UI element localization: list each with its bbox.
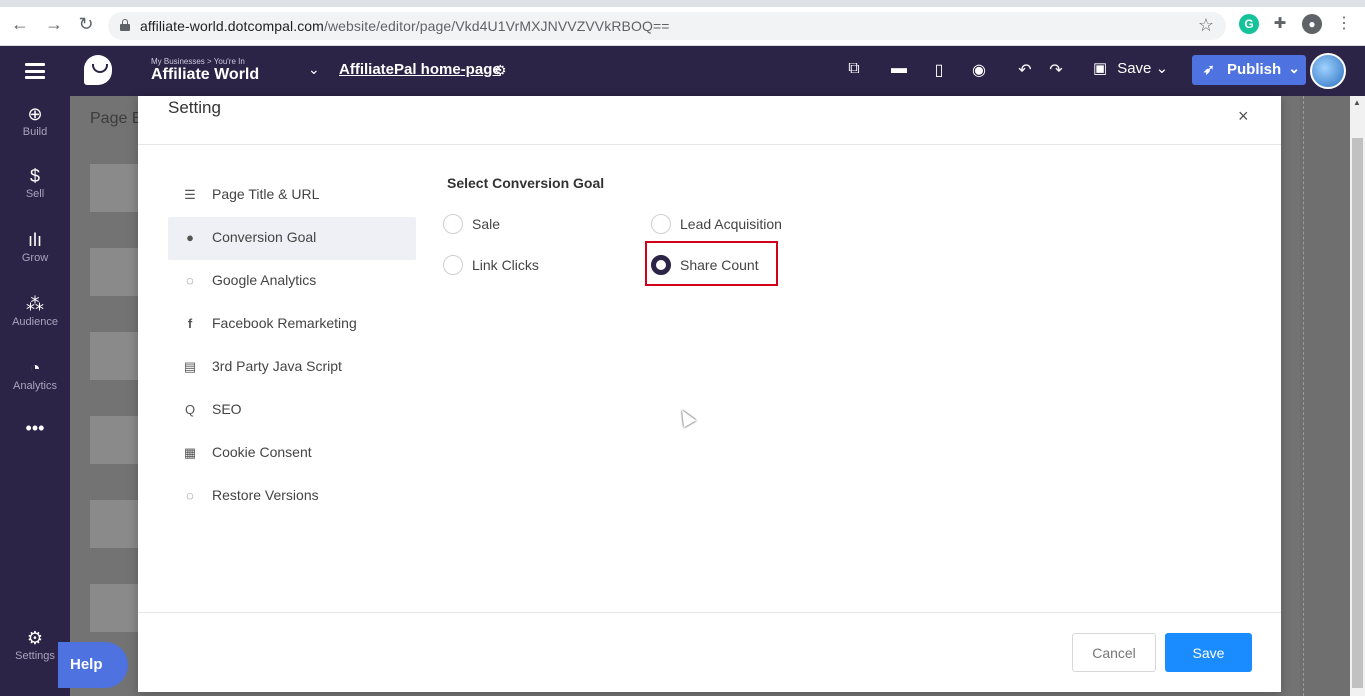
- radio-circle[interactable]: [651, 214, 671, 234]
- page-scrollbar[interactable]: ▲: [1350, 96, 1365, 696]
- element-tile-social: [90, 584, 138, 632]
- header-save-button[interactable]: ▣ Save ⌄: [1093, 59, 1168, 77]
- plus-circle-icon: ⊕: [27, 104, 43, 124]
- url-text: affiliate-world.dotcompal.com/website/ed…: [140, 18, 670, 34]
- element-tile-heading: [90, 164, 138, 212]
- elements-panel-title: Page E: [90, 110, 143, 127]
- business-caption: My Businesses > You're In: [151, 57, 245, 66]
- desktop-view-icon[interactable]: ▬: [888, 60, 910, 78]
- hamburger-menu-icon[interactable]: [25, 63, 45, 79]
- script-icon: ▤: [183, 359, 197, 374]
- sidebar-item-grow[interactable]: ılı Grow: [0, 230, 70, 264]
- close-icon[interactable]: ×: [1238, 106, 1249, 127]
- modal-title: Setting: [168, 98, 221, 117]
- dollar-icon: $: [29, 166, 40, 186]
- sidebar-more[interactable]: •••: [0, 418, 70, 438]
- sidebar-item-audience[interactable]: ⁂ Audience: [0, 294, 70, 328]
- conversion-goal-heading: Select Conversion Goal: [447, 175, 605, 191]
- publish-button[interactable]: ➶ Publish ⌄: [1192, 55, 1306, 85]
- settings-menu: ☰ Page Title & URL ● Conversion Goal ◌ G…: [168, 174, 416, 518]
- facebook-icon: f: [187, 316, 193, 331]
- redo-icon[interactable]: ↷: [1045, 60, 1067, 80]
- sidebar-item-analytics[interactable]: ◔ Analytics: [0, 358, 70, 392]
- profile-icon[interactable]: ●: [1302, 14, 1322, 34]
- business-name[interactable]: Affiliate World: [151, 66, 259, 84]
- divider: [138, 612, 1281, 613]
- cancel-button[interactable]: Cancel: [1072, 633, 1156, 672]
- menu-item-third-party-script[interactable]: ▤ 3rd Party Java Script: [168, 346, 416, 389]
- menu-item-facebook-remarketing[interactable]: f Facebook Remarketing: [168, 303, 416, 346]
- divider: [138, 144, 1281, 145]
- floppy-disk-icon: ▣: [1093, 60, 1108, 77]
- analytics-icon: ◌: [186, 273, 194, 288]
- info-circle-icon: ●: [186, 230, 194, 245]
- back-icon[interactable]: ←: [10, 14, 30, 34]
- scrollbar-thumb[interactable]: [1352, 138, 1363, 688]
- page-name-link[interactable]: AffiliatePal home-page: [339, 61, 501, 78]
- search-icon: Q: [184, 402, 196, 417]
- page-settings-gear-icon[interactable]: ⚙: [494, 62, 507, 79]
- radio-circle[interactable]: [443, 214, 463, 234]
- sidebar-item-build[interactable]: ⊕ Build: [0, 104, 70, 138]
- tab-strip: [0, 0, 1365, 7]
- canvas-guide: [1303, 96, 1304, 696]
- list-icon: ☰: [184, 187, 196, 202]
- chevron-down-icon: ⌄: [1155, 60, 1169, 77]
- browser-menu-icon[interactable]: ⋮: [1334, 14, 1354, 34]
- browser-chrome: ← → ↻ affiliate-world.dotcompal.com/webs…: [0, 0, 1365, 46]
- lock-icon: [120, 19, 130, 31]
- reload-icon[interactable]: ↻: [76, 14, 96, 34]
- scroll-up-icon[interactable]: ▲: [1353, 98, 1361, 107]
- menu-item-google-analytics[interactable]: ◌ Google Analytics: [168, 260, 416, 303]
- chevron-down-icon[interactable]: ⌄: [1288, 60, 1300, 77]
- element-tile-image: [90, 248, 138, 296]
- preview-eye-icon[interactable]: ◉: [968, 60, 990, 80]
- bookmark-star-icon[interactable]: ☆: [1198, 15, 1214, 36]
- address-bar[interactable]: affiliate-world.dotcompal.com/website/ed…: [108, 12, 1226, 40]
- restore-icon: ◌: [186, 488, 194, 503]
- more-dots-icon: •••: [25, 418, 45, 438]
- app-header: My Businesses > You're In Affiliate Worl…: [0, 46, 1365, 96]
- dotcompal-logo: [84, 55, 112, 85]
- cookie-icon: ▦: [183, 445, 197, 460]
- menu-item-seo[interactable]: Q SEO: [168, 389, 416, 432]
- sidebar-item-sell[interactable]: $ Sell: [0, 166, 70, 200]
- element-tile-icon: [90, 500, 138, 548]
- rocket-icon: ➶: [1203, 61, 1215, 77]
- menu-item-cookie-consent[interactable]: ▦ Cookie Consent: [168, 432, 416, 475]
- element-tile-button: [90, 332, 138, 380]
- undo-icon[interactable]: ↶: [1014, 60, 1036, 80]
- settings-modal: Setting × ☰ Page Title & URL ● Conversio…: [138, 96, 1281, 692]
- menu-item-conversion-goal[interactable]: ● Conversion Goal: [168, 217, 416, 260]
- help-button[interactable]: Help: [58, 642, 128, 688]
- main-sidebar: ⊕ Build $ Sell ılı Grow ⁂ Audience ◔ Ana…: [0, 96, 70, 696]
- user-avatar[interactable]: [1310, 53, 1346, 89]
- menu-item-restore-versions[interactable]: ◌ Restore Versions: [168, 475, 416, 518]
- extensions-puzzle-icon[interactable]: ✚: [1270, 14, 1290, 34]
- grammarly-extension-icon[interactable]: G: [1239, 14, 1259, 34]
- element-tile-shape: [90, 416, 138, 464]
- layers-icon[interactable]: ⧉: [843, 60, 865, 78]
- chevron-down-icon[interactable]: ⌄: [308, 61, 320, 78]
- pie-chart-icon: ◔: [29, 358, 41, 378]
- annotation-highlight-box: [645, 241, 778, 286]
- menu-item-page-title-url[interactable]: ☰ Page Title & URL: [168, 174, 416, 217]
- users-icon: ⁂: [26, 294, 44, 314]
- save-button[interactable]: Save: [1165, 633, 1252, 672]
- radio-circle[interactable]: [443, 255, 463, 275]
- forward-icon[interactable]: →: [44, 14, 64, 34]
- bar-chart-icon: ılı: [27, 230, 42, 250]
- mobile-view-icon[interactable]: ▯: [928, 60, 950, 80]
